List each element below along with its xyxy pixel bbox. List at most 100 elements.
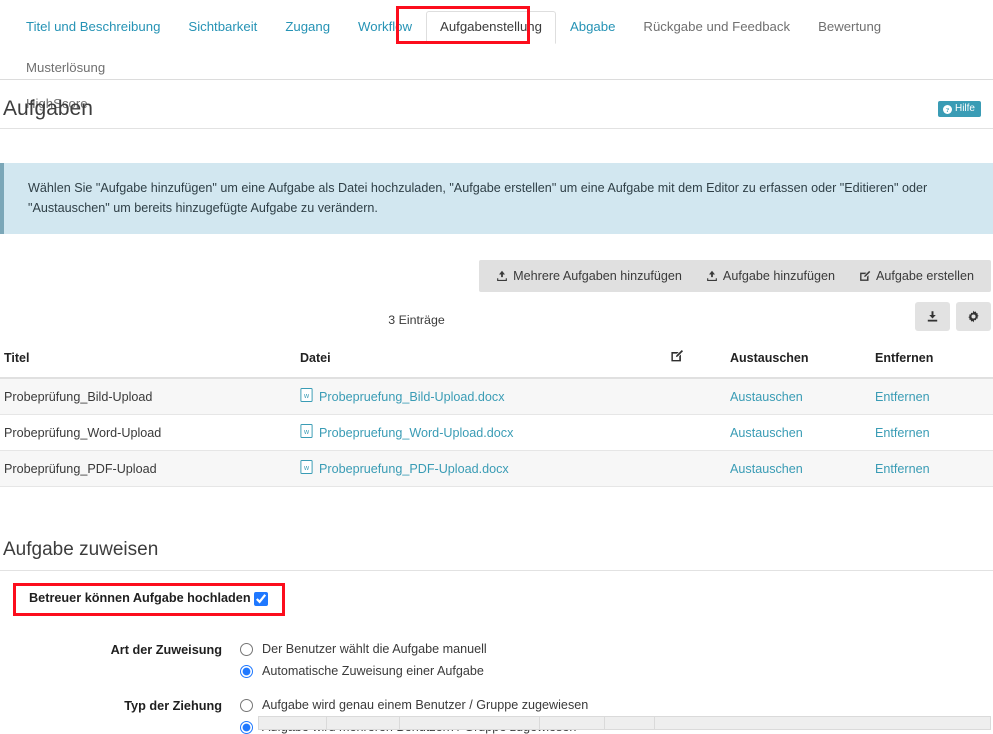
- question-circle-icon: ?: [942, 104, 952, 114]
- table-row: Probeprüfung_PDF-Upload w Probepruefung_…: [0, 450, 993, 488]
- info-message: Wählen Sie "Aufgabe hinzufügen" um eine …: [0, 163, 993, 235]
- remove-link[interactable]: Entfernen: [875, 390, 930, 404]
- entry-count-label: 3 Einträge: [388, 313, 445, 328]
- upload-icon: [706, 270, 718, 282]
- radio-label-automatic: Automatische Zuweisung einer Aufgabe: [262, 664, 484, 679]
- radio-group-art-der-zuweisung: Der Benutzer wählt die Aufgabe manuell A…: [240, 642, 487, 678]
- add-multiple-tasks-label: Mehrere Aufgaben hinzufügen: [513, 269, 682, 284]
- remove-link[interactable]: Entfernen: [875, 426, 930, 440]
- word-document-icon: w: [300, 460, 313, 477]
- column-header-entfernen: Entfernen: [871, 344, 993, 380]
- tab-aufgabenstellung[interactable]: Aufgabenstellung: [426, 11, 556, 44]
- cell-datei: w Probepruefung_Bild-Upload.docx: [296, 378, 666, 416]
- edit-square-icon: [670, 349, 684, 366]
- add-multiple-tasks-button[interactable]: Mehrere Aufgaben hinzufügen: [487, 265, 691, 287]
- radio-single-user[interactable]: [240, 698, 253, 712]
- svg-text:w: w: [303, 393, 310, 400]
- radio-option-single-user[interactable]: Aufgabe wird genau einem Benutzer / Grup…: [240, 698, 588, 712]
- tab-rueckgabe-und-feedback[interactable]: Rückgabe und Feedback: [629, 11, 804, 44]
- page-header: Aufgaben ? Hilfe: [0, 98, 993, 129]
- cell-titel: Probeprüfung_PDF-Upload: [0, 450, 296, 488]
- radio-label-single-user: Aufgabe wird genau einem Benutzer / Grup…: [262, 698, 589, 713]
- help-button[interactable]: ? Hilfe: [937, 101, 981, 117]
- create-task-label: Aufgabe erstellen: [875, 269, 974, 284]
- partial-column-1: [259, 717, 327, 729]
- field-art-der-zuweisung: Art der Zuweisung Der Benutzer wählt die…: [0, 642, 993, 678]
- column-header-datei[interactable]: Datei: [296, 344, 666, 380]
- svg-text:w: w: [303, 429, 310, 436]
- file-download-link[interactable]: Probepruefung_Word-Upload.docx: [319, 426, 513, 440]
- cell-datei: w Probepruefung_Word-Upload.docx: [296, 414, 666, 452]
- file-link-wrapper: w Probepruefung_Bild-Upload.docx: [300, 388, 505, 405]
- list-settings-button[interactable]: [956, 302, 991, 332]
- tab-bar: Titel und Beschreibung Sichtbarkeit Zuga…: [0, 0, 993, 111]
- cell-edit: [666, 378, 726, 416]
- tab-musterloesung[interactable]: Musterlösung: [12, 52, 119, 85]
- partial-column-6: [655, 717, 990, 729]
- gear-icon: [967, 310, 980, 323]
- partial-column-2: [327, 717, 400, 729]
- cell-titel: Probeprüfung_Bild-Upload: [0, 378, 296, 416]
- radio-manual[interactable]: [240, 642, 253, 656]
- tab-zugang[interactable]: Zugang: [271, 11, 344, 44]
- file-link-wrapper: w Probepruefung_Word-Upload.docx: [300, 424, 513, 441]
- tutor-upload-checkbox[interactable]: [254, 592, 268, 607]
- column-header-titel[interactable]: Titel: [0, 344, 296, 380]
- download-list-button[interactable]: [915, 302, 950, 332]
- radio-option-manual[interactable]: Der Benutzer wählt die Aufgabe manuell: [240, 642, 487, 656]
- cell-edit: [666, 450, 726, 488]
- help-label: Hilfe: [954, 103, 975, 114]
- add-task-button[interactable]: Aufgabe hinzufügen: [697, 265, 844, 287]
- edit-square-icon: [859, 270, 871, 282]
- cell-entfernen: Entfernen: [871, 378, 993, 416]
- create-task-button[interactable]: Aufgabe erstellen: [850, 265, 983, 287]
- list-icon-buttons: [915, 302, 991, 332]
- cell-austauschen: Austauschen: [726, 414, 871, 452]
- word-document-icon: w: [300, 388, 313, 405]
- table-header-row: Titel Datei Austauschen Entfernen: [0, 344, 993, 380]
- download-icon: [926, 310, 939, 323]
- cell-edit: [666, 414, 726, 452]
- file-link-wrapper: w Probepruefung_PDF-Upload.docx: [300, 460, 509, 477]
- tab-sichtbarkeit[interactable]: Sichtbarkeit: [174, 11, 271, 44]
- column-header-austauschen: Austauschen: [726, 344, 871, 380]
- action-toolbar: Mehrere Aufgaben hinzufügen Aufgabe hinz…: [479, 260, 991, 293]
- tutor-upload-row: Betreuer können Aufgabe hochladen: [0, 583, 993, 622]
- partial-column-3: [400, 717, 540, 729]
- cell-entfernen: Entfernen: [871, 414, 993, 452]
- replace-link[interactable]: Austauschen: [730, 390, 803, 404]
- tab-titel-und-beschreibung[interactable]: Titel und Beschreibung: [12, 11, 174, 44]
- replace-link[interactable]: Austauschen: [730, 426, 803, 440]
- cell-austauschen: Austauschen: [726, 450, 871, 488]
- list-meta-row: 3 Einträge: [0, 302, 993, 344]
- tab-bewertung[interactable]: Bewertung: [804, 11, 895, 44]
- assignment-table-partial: [258, 716, 991, 730]
- radio-multiple-users[interactable]: [240, 720, 253, 734]
- tab-abgabe[interactable]: Abgabe: [556, 11, 629, 44]
- tab-workflow[interactable]: Workflow: [344, 11, 426, 44]
- file-download-link[interactable]: Probepruefung_PDF-Upload.docx: [319, 462, 509, 476]
- remove-link[interactable]: Entfernen: [875, 462, 930, 476]
- cell-austauschen: Austauschen: [726, 378, 871, 416]
- upload-icon: [496, 270, 508, 282]
- column-header-edit: [666, 344, 726, 380]
- field-label-typ-der-ziehung: Typ der Ziehung: [124, 699, 222, 714]
- file-download-link[interactable]: Probepruefung_Bild-Upload.docx: [319, 390, 505, 404]
- radio-option-automatic[interactable]: Automatische Zuweisung einer Aufgabe: [240, 664, 487, 678]
- partial-column-5: [605, 717, 655, 729]
- table-row: Probeprüfung_Word-Upload w Probepruefung…: [0, 414, 993, 452]
- tab-row-primary: Titel und Beschreibung Sichtbarkeit Zuga…: [0, 0, 993, 84]
- radio-label-manual: Der Benutzer wählt die Aufgabe manuell: [262, 642, 487, 657]
- radio-automatic[interactable]: [240, 664, 253, 678]
- replace-link[interactable]: Austauschen: [730, 462, 803, 476]
- cell-entfernen: Entfernen: [871, 450, 993, 488]
- tutor-upload-label: Betreuer können Aufgabe hochladen: [29, 591, 251, 606]
- field-label-art-der-zuweisung: Art der Zuweisung: [110, 643, 222, 658]
- svg-text:w: w: [303, 465, 310, 472]
- cell-datei: w Probepruefung_PDF-Upload.docx: [296, 450, 666, 488]
- tasks-table-header: Titel Datei Austauschen Entfernen: [0, 344, 993, 380]
- action-toolbar-wrapper: Mehrere Aufgaben hinzufügen Aufgabe hinz…: [0, 260, 993, 293]
- add-task-label: Aufgabe hinzufügen: [722, 269, 835, 284]
- cell-titel: Probeprüfung_Word-Upload: [0, 414, 296, 452]
- tasks-table-body: Probeprüfung_Bild-Upload w Probepruefung…: [0, 378, 993, 488]
